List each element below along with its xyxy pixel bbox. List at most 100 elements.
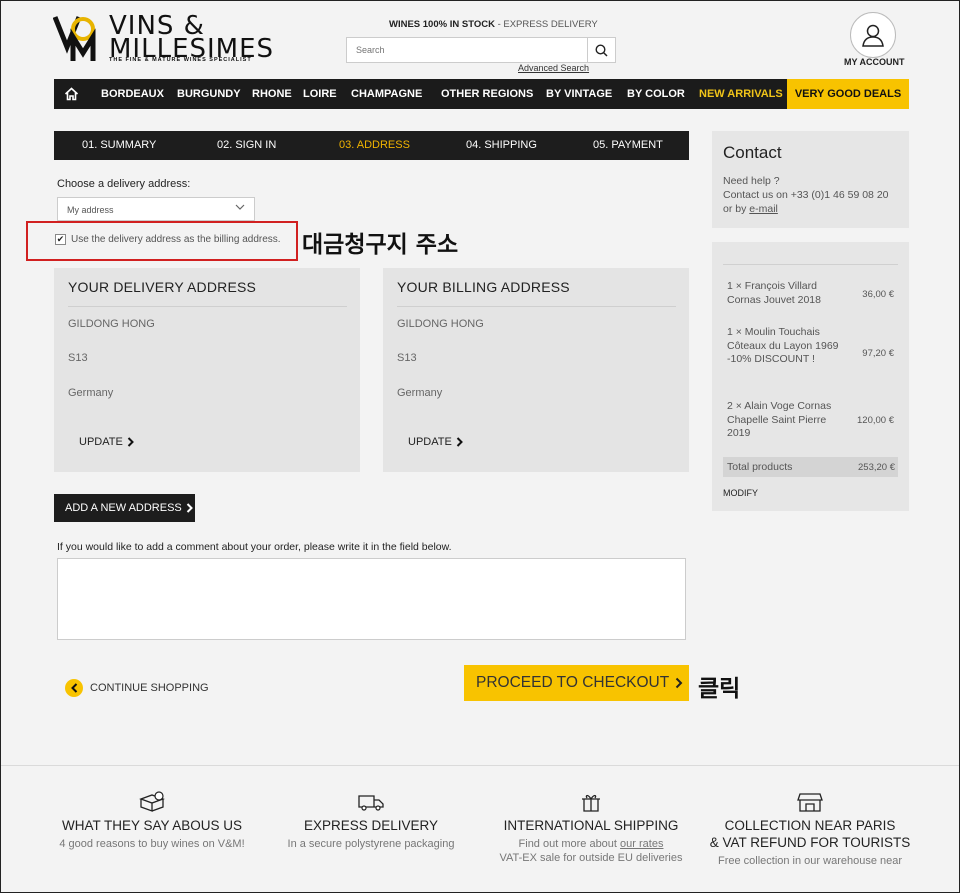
feature-international-shipping[interactable]: INTERNATIONAL SHIPPING Find out more abo…: [481, 791, 701, 865]
stock-banner: WINES 100% IN STOCK - EXPRESS DELIVERY: [389, 19, 598, 30]
delivery-card-title: YOUR DELIVERY ADDRESS: [68, 279, 257, 295]
feature-reviews[interactable]: WHAT THEY SAY ABOUS US 4 good reasons to…: [42, 791, 262, 851]
comment-label: If you would like to add a comment about…: [57, 541, 452, 553]
annotation-click: 클릭: [698, 676, 741, 702]
search-box: [346, 37, 616, 63]
footer-divider: [1, 765, 959, 766]
nav-champagne[interactable]: CHAMPAGNE: [351, 79, 422, 109]
continue-shopping-link[interactable]: CONTINUE SHOPPING: [65, 679, 209, 697]
checkout-label: PROCEED TO CHECKOUT: [476, 674, 670, 691]
nav-other-regions[interactable]: OTHER REGIONS: [441, 79, 533, 109]
billing-card-title: YOUR BILLING ADDRESS: [397, 279, 570, 295]
advanced-search-link[interactable]: Advanced Search: [518, 63, 589, 73]
nav-by-vintage[interactable]: BY VINTAGE: [546, 79, 612, 109]
add-new-address-label: ADD A NEW ADDRESS: [65, 502, 182, 514]
store-icon: [797, 793, 823, 812]
search-button[interactable]: [587, 38, 615, 62]
nav-very-good-deals[interactable]: VERY GOOD DEALS: [787, 79, 909, 109]
cart-total-row: Total products 253,20 €: [723, 457, 898, 477]
cart-item-desc: 2 × Alain Voge Cornas Chapelle Saint Pie…: [727, 400, 832, 439]
chevron-down-icon: [235, 204, 245, 210]
delivery-address-select[interactable]: My address: [57, 197, 255, 221]
feature-title: COLLECTION NEAR PARIS: [724, 818, 896, 833]
feature-delivery[interactable]: EXPRESS DELIVERY In a secure polystyrene…: [261, 791, 481, 851]
feature-title-2: & VAT REFUND FOR TOURISTS: [709, 835, 911, 850]
total-label: Total products: [727, 461, 793, 473]
step-payment[interactable]: 05. PAYMENT: [593, 131, 663, 160]
feature-title: WHAT THEY SAY ABOUS US: [61, 818, 243, 833]
nav-rhone[interactable]: RHONE: [252, 79, 292, 109]
contact-help: Need help ?: [723, 175, 780, 187]
billing-name: GILDONG HONG: [397, 318, 484, 330]
nav-by-color[interactable]: BY COLOR: [627, 79, 685, 109]
cart-item-desc: 1 × François Villard Cornas Jouvet 2018: [727, 280, 821, 306]
chevron-left-icon: [65, 679, 83, 697]
divider: [397, 306, 676, 307]
feature-title: EXPRESS DELIVERY: [303, 818, 439, 833]
search-input[interactable]: [347, 38, 589, 62]
checkout-steps: 01. SUMMARY 02. SIGN IN 03. ADDRESS 04. …: [54, 131, 689, 160]
search-icon: [595, 43, 608, 57]
chevron-right-icon: [456, 437, 463, 447]
delivery-address-value: My address: [67, 205, 114, 215]
step-sign-in[interactable]: 02. SIGN IN: [217, 131, 276, 160]
update-label: UPDATE: [79, 436, 123, 448]
logo-tagline: THE FINE & MATURE WINES SPECIALIST: [109, 57, 252, 63]
chevron-right-icon: [186, 503, 193, 513]
box-icon: [139, 791, 165, 812]
cart-item-price: 97,20 €: [862, 348, 894, 359]
nav-loire[interactable]: LOIRE: [303, 79, 337, 109]
main-nav: BORDEAUX BURGUNDY RHONE LOIRE CHAMPAGNE …: [54, 79, 909, 109]
same-billing-label[interactable]: Use the delivery address as the billing …: [71, 234, 281, 245]
account-button[interactable]: [850, 12, 896, 58]
chevron-right-icon: [676, 677, 683, 689]
email-link[interactable]: e-mail: [749, 203, 778, 215]
nav-home[interactable]: [64, 79, 80, 109]
delivery-country: Germany: [68, 387, 114, 399]
feature-subtitle: In a secure polystyrene packaging: [287, 838, 455, 850]
update-label: UPDATE: [408, 436, 452, 448]
nav-new-arrivals[interactable]: NEW ARRIVALS: [699, 79, 783, 109]
feature-title: INTERNATIONAL SHIPPING: [503, 818, 679, 833]
cart-item-desc: 1 × Moulin Touchais Côteaux du Layon 196…: [727, 326, 839, 365]
feature-subtitle: 4 good reasons to buy wines on V&M!: [59, 838, 245, 850]
account-label[interactable]: MY ACCOUNT: [844, 57, 905, 67]
same-billing-checkbox[interactable]: ✔: [55, 234, 66, 245]
billing-street: S13: [397, 352, 417, 364]
chevron-right-icon: [127, 437, 134, 447]
step-address[interactable]: 03. ADDRESS: [339, 131, 410, 160]
step-summary[interactable]: 01. SUMMARY: [82, 131, 156, 160]
annotation-billing: 대금청구지 주소: [302, 232, 459, 258]
logo-wordmark: VINS & MILLESIMES: [109, 11, 275, 64]
user-icon: [862, 24, 884, 47]
choose-address-label: Choose a delivery address:: [57, 178, 191, 190]
rates-link[interactable]: our rates: [620, 838, 663, 850]
nav-bordeaux[interactable]: BORDEAUX: [101, 79, 164, 109]
divider: [68, 306, 347, 307]
home-icon: [64, 87, 79, 101]
logo-icon[interactable]: [53, 13, 101, 63]
nav-burgundy[interactable]: BURGUNDY: [177, 79, 241, 109]
contact-title: Contact: [723, 143, 782, 162]
continue-shopping-label: CONTINUE SHOPPING: [90, 682, 209, 694]
feature-subtitle: Find out more about our rates: [518, 838, 664, 850]
contact-panel: Contact Need help ? Contact us on +33 (0…: [712, 131, 909, 228]
divider: [723, 264, 898, 265]
step-shipping[interactable]: 04. SHIPPING: [466, 131, 537, 160]
proceed-to-checkout-button[interactable]: PROCEED TO CHECKOUT: [464, 665, 689, 701]
feature-subtitle-2: VAT-EX sale for outside EU deliveries: [499, 852, 683, 864]
delivery-update-button[interactable]: UPDATE: [79, 436, 134, 448]
billing-update-button[interactable]: UPDATE: [408, 436, 463, 448]
contact-email-line: or by e-mail: [723, 203, 778, 215]
cart-modify-link[interactable]: MODIFY: [723, 488, 758, 498]
feature-subtitle: Free collection in our warehouse near: [717, 855, 903, 867]
gift-icon: [582, 794, 600, 812]
order-comment-textarea[interactable]: [57, 558, 686, 640]
cart-item-price: 120,00 €: [857, 415, 894, 426]
truck-icon: [358, 795, 384, 811]
total-value: 253,20 €: [858, 462, 895, 473]
feature-collection-paris[interactable]: COLLECTION NEAR PARIS & VAT REFUND FOR T…: [700, 791, 920, 868]
add-new-address-button[interactable]: ADD A NEW ADDRESS: [54, 494, 195, 522]
contact-phone: Contact us on +33 (0)1 46 59 08 20: [723, 189, 889, 201]
delivery-street: S13: [68, 352, 88, 364]
